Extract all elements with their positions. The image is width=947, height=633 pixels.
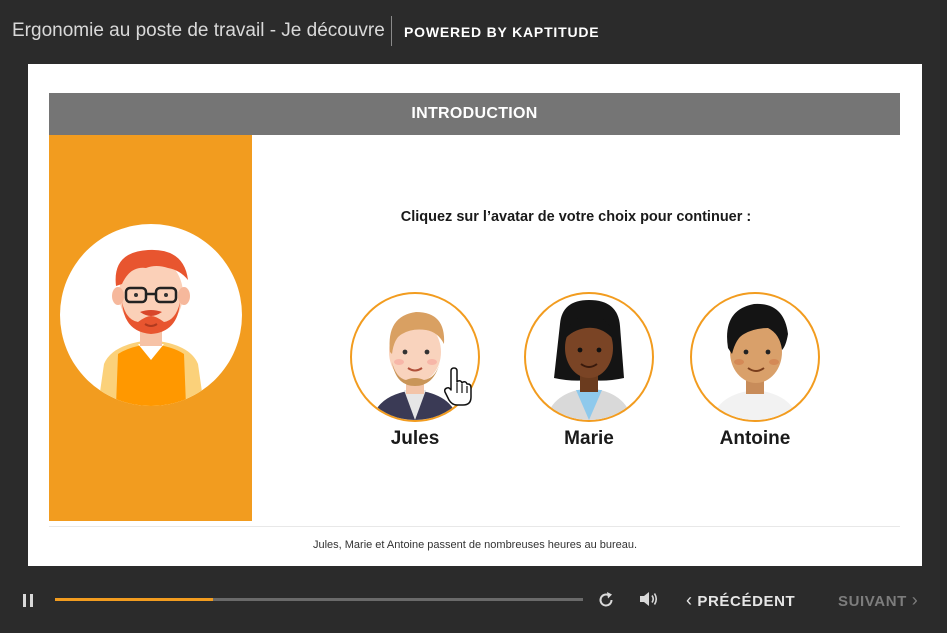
next-button[interactable]: SUIVANT ›	[838, 590, 918, 611]
powered-by-label: POWERED BY KAPTITUDE	[404, 24, 600, 40]
narrator-illustration	[98, 249, 204, 406]
avatar-marie[interactable]: Marie	[519, 292, 659, 450]
previous-button[interactable]: ‹ PRÉCÉDENT	[686, 590, 795, 611]
avatar-antoine-portrait[interactable]	[690, 292, 820, 422]
chevron-right-icon: ›	[911, 590, 919, 610]
player-controls: ‹ PRÉCÉDENT SUIVANT ›	[0, 572, 947, 633]
avatar-jules-name: Jules	[390, 428, 440, 449]
previous-label: PRÉCÉDENT	[697, 593, 796, 610]
replay-icon[interactable]	[597, 591, 615, 609]
side-panel	[49, 135, 252, 521]
chevron-left-icon: ‹	[686, 590, 693, 610]
narrator-avatar	[60, 224, 242, 406]
avatar-marie-portrait[interactable]	[524, 292, 654, 422]
course-title: Ergonomie au poste de travail - Je décou…	[12, 20, 385, 41]
instruction-text: Cliquez sur l’avatar de votre choix pour…	[400, 209, 752, 225]
marie-illustration	[546, 300, 632, 420]
hand-cursor-icon	[444, 367, 472, 406]
pause-icon[interactable]	[20, 592, 36, 610]
avatar-antoine[interactable]: Antoine	[685, 292, 825, 450]
next-label: SUIVANT	[838, 593, 907, 610]
title-divider	[391, 16, 392, 46]
caption-divider	[49, 526, 900, 527]
progress-bar[interactable]	[55, 598, 583, 601]
slide-stage: INTRODUCTION Cliquez sur l’avatar de vot…	[28, 64, 922, 566]
avatar-antoine-name: Antoine	[719, 428, 791, 449]
antoine-illustration	[712, 303, 798, 420]
slide-content: Cliquez sur l’avatar de votre choix pour…	[252, 135, 900, 521]
avatar-marie-name: Marie	[564, 428, 614, 449]
section-title: INTRODUCTION	[411, 105, 538, 122]
volume-icon[interactable]	[639, 590, 659, 608]
progress-fill	[55, 598, 214, 601]
slide-caption: Jules, Marie et Antoine passent de nombr…	[312, 539, 638, 551]
top-bar: Ergonomie au poste de travail - Je décou…	[0, 0, 947, 62]
section-header: INTRODUCTION	[49, 93, 900, 135]
